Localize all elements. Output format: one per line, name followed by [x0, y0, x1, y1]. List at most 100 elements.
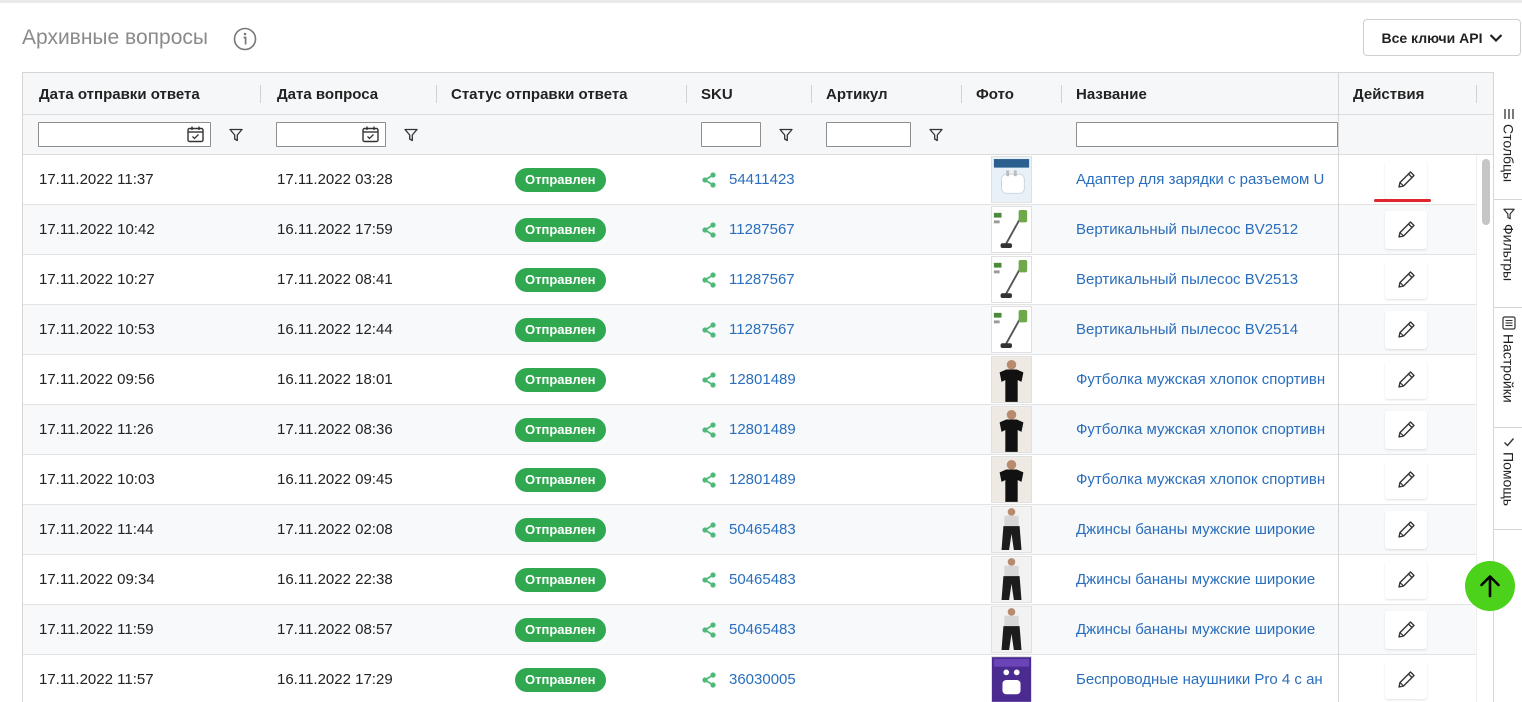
- question-date-cell: 17.11.2022 02:08: [277, 521, 393, 538]
- product-name-link[interactable]: Вертикальный пылесос BV2512: [1076, 221, 1298, 238]
- column-header-question-date[interactable]: Дата вопроса: [277, 73, 378, 115]
- article-cell: [826, 405, 961, 454]
- earphones-product-icon[interactable]: [991, 656, 1032, 702]
- sku-link[interactable]: 11287567: [729, 271, 795, 288]
- column-header-status[interactable]: Статус отправки ответа: [451, 73, 628, 115]
- vacuum-product-icon[interactable]: [991, 256, 1032, 303]
- column-header-name[interactable]: Название: [1076, 73, 1147, 115]
- column-header-sku[interactable]: SKU: [701, 73, 733, 115]
- share-icon[interactable]: [701, 471, 717, 488]
- status-badge: Отправлен: [515, 267, 606, 292]
- jeans-product-icon[interactable]: [991, 556, 1032, 603]
- name-cell: Футболка мужская хлопок спортивн: [1076, 455, 1338, 504]
- sku-cell: 50465483: [701, 605, 796, 654]
- filter-icon[interactable]: [779, 128, 793, 142]
- side-tab-filters[interactable]: Фильтры: [1494, 200, 1522, 308]
- table-row[interactable]: 17.11.2022 11:57 16.11.2022 17:29 Отправле…: [23, 655, 1495, 702]
- share-icon[interactable]: [701, 171, 717, 188]
- sku-link[interactable]: 50465483: [729, 521, 796, 538]
- side-tab-help-label: Помощь: [1500, 452, 1517, 507]
- table-row[interactable]: 17.11.2022 10:53 16.11.2022 12:44 Отправле…: [23, 305, 1495, 355]
- sku-link[interactable]: 11287567: [729, 321, 795, 338]
- table-row[interactable]: 17.11.2022 11:44 17.11.2022 02:08 Отправле…: [23, 505, 1495, 555]
- share-icon[interactable]: [701, 421, 717, 438]
- column-resize-handle[interactable]: [811, 85, 812, 103]
- share-icon[interactable]: [701, 571, 717, 588]
- filter-icon[interactable]: [404, 128, 418, 142]
- sku-link[interactable]: 11287567: [729, 221, 795, 238]
- column-header-answer-date[interactable]: Дата отправки ответа: [39, 73, 200, 115]
- column-resize-handle[interactable]: [1061, 85, 1062, 103]
- sku-link[interactable]: 54411423: [729, 171, 795, 188]
- column-resize-handle[interactable]: [961, 85, 962, 103]
- jeans-product-icon[interactable]: [991, 606, 1032, 653]
- product-name-link[interactable]: Футболка мужская хлопок спортивн: [1076, 371, 1325, 388]
- filter-icon: [1502, 208, 1515, 220]
- vacuum-product-icon[interactable]: [991, 206, 1032, 253]
- calendar-icon[interactable]: [362, 126, 379, 143]
- scroll-to-top-button[interactable]: [1465, 561, 1515, 611]
- table-row[interactable]: 17.11.2022 11:59 17.11.2022 08:57 Отправле…: [23, 605, 1495, 655]
- sku-filter-input[interactable]: [701, 122, 761, 147]
- calendar-icon[interactable]: [187, 126, 204, 143]
- top-border: [0, 0, 1522, 3]
- share-icon[interactable]: [701, 321, 717, 338]
- tshirt-product-icon[interactable]: [991, 406, 1032, 453]
- product-name-link[interactable]: Джинсы бананы мужские широкие: [1076, 571, 1315, 588]
- column-header-photo[interactable]: Фото: [976, 73, 1014, 115]
- vacuum-product-icon[interactable]: [991, 306, 1032, 353]
- jeans-product-icon[interactable]: [991, 506, 1032, 553]
- share-icon[interactable]: [701, 621, 717, 638]
- share-icon[interactable]: [701, 271, 717, 288]
- sku-link[interactable]: 12801489: [729, 371, 796, 388]
- tshirt-product-icon[interactable]: [991, 356, 1032, 403]
- product-name-link[interactable]: Адаптер для зарядки с разъемом U: [1076, 171, 1324, 188]
- column-header-article[interactable]: Артикул: [826, 73, 888, 115]
- name-filter-input[interactable]: [1076, 122, 1338, 147]
- sku-link[interactable]: 50465483: [729, 621, 796, 638]
- share-icon[interactable]: [701, 521, 717, 538]
- tshirt-product-icon[interactable]: [991, 456, 1032, 503]
- product-name-link[interactable]: Джинсы бананы мужские широкие: [1076, 521, 1315, 538]
- table-row[interactable]: 17.11.2022 11:26 17.11.2022 08:36 Отправле…: [23, 405, 1495, 455]
- charger-product-icon[interactable]: [991, 156, 1032, 203]
- filter-icon[interactable]: [929, 128, 943, 142]
- sku-link[interactable]: 50465483: [729, 571, 796, 588]
- product-name-link[interactable]: Футболка мужская хлопок спортивн: [1076, 421, 1325, 438]
- answer-date-cell: 17.11.2022 11:57: [39, 671, 154, 688]
- table-row[interactable]: 17.11.2022 09:34 16.11.2022 22:38 Отправле…: [23, 555, 1495, 605]
- info-icon[interactable]: [233, 27, 257, 51]
- side-tab-columns[interactable]: Столбцы: [1494, 100, 1522, 200]
- share-icon[interactable]: [701, 371, 717, 388]
- product-name-link[interactable]: Вертикальный пылесос BV2513: [1076, 271, 1298, 288]
- arrow-up-icon: [1480, 575, 1500, 598]
- column-resize-handle[interactable]: [1476, 85, 1477, 103]
- share-icon[interactable]: [701, 221, 717, 238]
- product-name-link[interactable]: Беспроводные наушники Pro 4 с ан: [1076, 671, 1323, 688]
- article-filter-input[interactable]: [826, 122, 911, 147]
- filter-icon[interactable]: [229, 128, 243, 142]
- sku-link[interactable]: 12801489: [729, 471, 796, 488]
- scrollbar-thumb[interactable]: [1482, 159, 1490, 225]
- side-tab-help[interactable]: Помощь: [1494, 428, 1522, 530]
- sku-cell: 54411423: [701, 155, 795, 204]
- column-resize-handle[interactable]: [686, 85, 687, 103]
- table-row[interactable]: 17.11.2022 10:42 16.11.2022 17:59 Отправле…: [23, 205, 1495, 255]
- column-resize-handle[interactable]: [436, 85, 437, 103]
- answer-date-filter-input[interactable]: [38, 122, 211, 147]
- sku-cell: 11287567: [701, 205, 795, 254]
- product-name-link[interactable]: Футболка мужская хлопок спортивн: [1076, 471, 1325, 488]
- vertical-scrollbar[interactable]: [1476, 155, 1494, 702]
- product-name-link[interactable]: Вертикальный пылесос BV2514: [1076, 321, 1298, 338]
- share-icon[interactable]: [701, 671, 717, 688]
- table-row[interactable]: 17.11.2022 11:37 17.11.2022 03:28 Отправле…: [23, 155, 1495, 205]
- product-name-link[interactable]: Джинсы бананы мужские широкие: [1076, 621, 1315, 638]
- table-row[interactable]: 17.11.2022 10:27 17.11.2022 08:41 Отправле…: [23, 255, 1495, 305]
- table-row[interactable]: 17.11.2022 09:56 16.11.2022 18:01 Отправле…: [23, 355, 1495, 405]
- table-row[interactable]: 17.11.2022 10:03 16.11.2022 09:45 Отправле…: [23, 455, 1495, 505]
- api-keys-dropdown[interactable]: Все ключи API: [1363, 19, 1521, 56]
- sku-link[interactable]: 12801489: [729, 421, 796, 438]
- side-tab-settings[interactable]: Настройки: [1494, 308, 1522, 428]
- sku-link[interactable]: 36030005: [729, 671, 796, 688]
- column-resize-handle[interactable]: [260, 85, 261, 103]
